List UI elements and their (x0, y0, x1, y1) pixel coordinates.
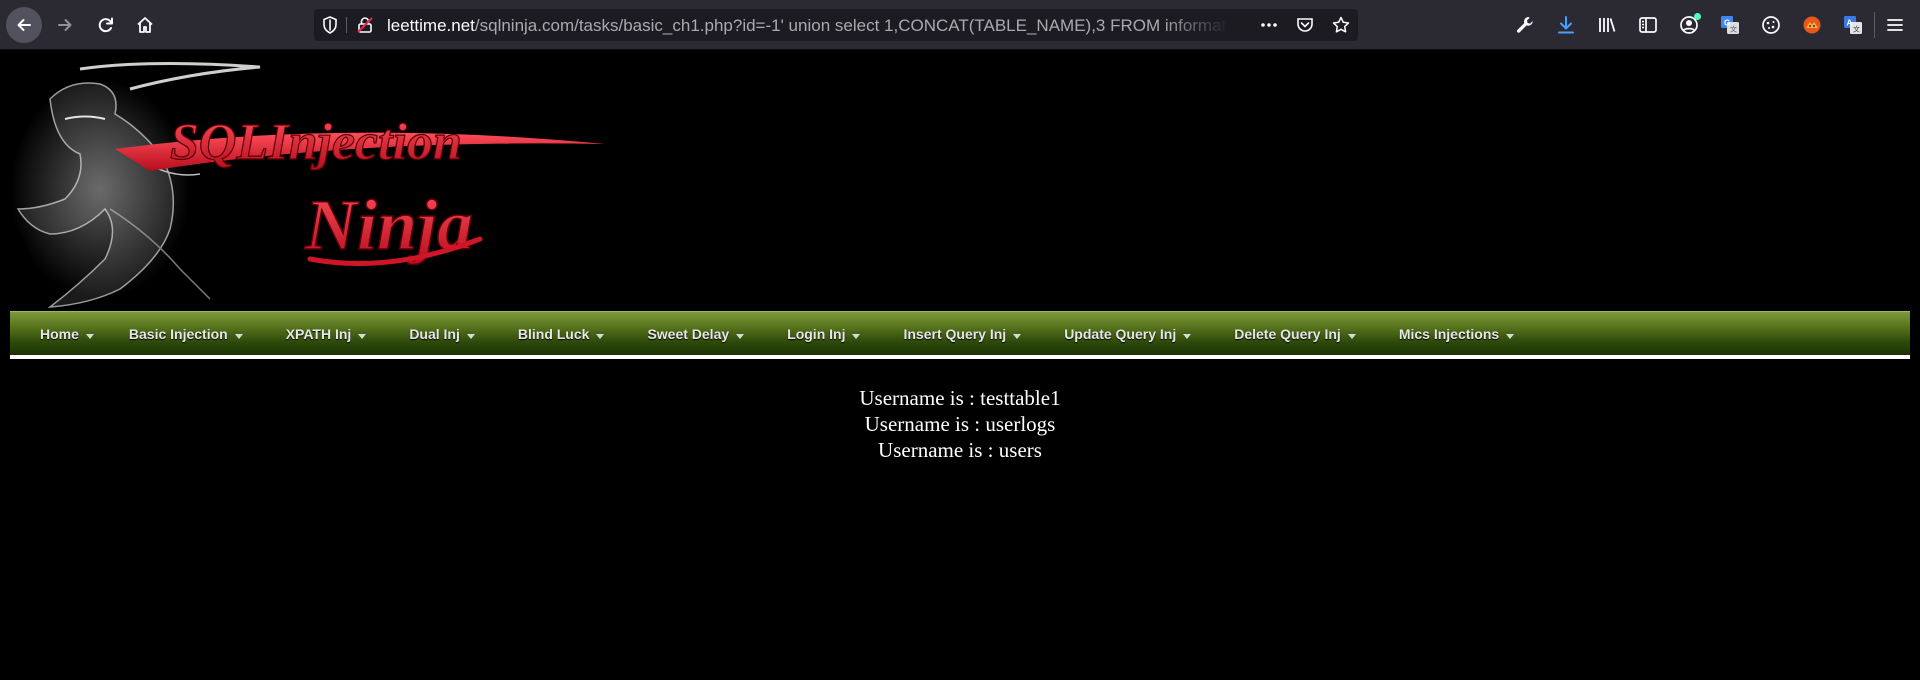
fox-extension-button[interactable] (1799, 12, 1825, 38)
reload-button[interactable] (88, 7, 124, 43)
translate-extension-icon: G文 (1721, 16, 1739, 34)
site-banner: SQLInjection Ninja (10, 59, 610, 309)
menu-insert-query-inj[interactable]: Insert Query Inj (903, 326, 1022, 342)
menu-xpath-inj[interactable]: XPATH Inj (286, 326, 367, 342)
chevron-down-icon (736, 333, 745, 339)
menu-dual-inj[interactable]: Dual Inj (409, 326, 475, 342)
chevron-down-icon (1506, 333, 1515, 339)
menu-divider (10, 355, 1910, 359)
result-line: Username is : users (878, 438, 1042, 462)
svg-text:文: 文 (1853, 25, 1860, 34)
chevron-down-icon (852, 333, 861, 339)
chevron-down-icon (358, 333, 367, 339)
translate-alt-extension-icon: A文 (1844, 16, 1862, 34)
downloads-button[interactable] (1553, 12, 1579, 38)
more-actions-icon (1261, 23, 1277, 27)
url-domain: leettime.net (387, 16, 475, 35)
svg-text:文: 文 (1730, 25, 1737, 34)
app-menu-button[interactable] (1882, 12, 1908, 38)
nav-menubar: Home Basic Injection XPATH Inj Dual Inj … (10, 311, 1910, 355)
forward-button[interactable] (47, 7, 83, 43)
menu-label: Blind Luck (517, 326, 590, 342)
chevron-down-icon (1347, 333, 1356, 339)
chevron-down-icon (466, 333, 475, 339)
fox-extension-icon (1803, 16, 1821, 34)
url-separator (346, 17, 347, 33)
logo-text-ninja: Ninja (304, 185, 473, 265)
home-icon (137, 17, 153, 33)
menu-home[interactable]: Home (40, 326, 94, 342)
menu-login-inj[interactable]: Login Inj (787, 326, 861, 342)
menu-label: Login Inj (787, 326, 846, 342)
result-line: Username is : userlogs (864, 412, 1056, 436)
browser-toolbar: leettime.net/sqlninja.com/tasks/basic_ch… (0, 0, 1920, 50)
tools-button[interactable] (1512, 12, 1538, 38)
chevron-down-icon (1013, 333, 1022, 339)
chevron-down-icon (234, 333, 243, 339)
menu-label: Update Query Inj (1064, 326, 1177, 342)
more-actions-button[interactable] (1258, 14, 1280, 36)
ninja-figure (10, 61, 261, 308)
translate-alt-extension-button[interactable]: A文 (1840, 12, 1866, 38)
chevron-down-icon (85, 333, 94, 339)
bookmark-button[interactable] (1330, 14, 1352, 36)
menu-label: Basic Injection (128, 326, 228, 342)
svg-text:A: A (1847, 19, 1853, 28)
result-line: Username is : testtable1 (859, 386, 1061, 410)
nav-menu-items: Home Basic Injection XPATH Inj Dual Inj … (40, 312, 1515, 356)
menu-basic-injection[interactable]: Basic Injection (129, 326, 243, 342)
bookmark-star-icon (1332, 16, 1350, 33)
tools-wrench-icon (1517, 17, 1533, 33)
menu-label: Delete Query Inj (1234, 326, 1341, 342)
translate-extension-button[interactable]: G文 (1717, 12, 1743, 38)
menu-blind-luck[interactable]: Blind Luck (518, 326, 605, 342)
account-button[interactable] (1676, 12, 1702, 38)
chevron-down-icon (596, 333, 605, 339)
home-button[interactable] (127, 7, 163, 43)
toolbar-icons: G文 A文 (1512, 12, 1866, 38)
menu-label: Sweet Delay (647, 326, 730, 342)
cookie-extension-icon (1762, 16, 1780, 34)
menu-icon (1887, 19, 1903, 31)
menu-sweet-delay[interactable]: Sweet Delay (647, 326, 745, 342)
web-page: SQLInjection Ninja Home Basic Injection … (0, 51, 1920, 680)
cookie-extension-button[interactable] (1758, 12, 1784, 38)
url-path: /sqlninja.com/tasks/basic_ch1.php?id=-1'… (474, 16, 1227, 35)
sidebar-button[interactable] (1635, 12, 1661, 38)
sidebar-icon (1639, 17, 1657, 33)
query-results: Username is : testtable1 Username is : u… (0, 385, 1920, 463)
menu-label: XPATH Inj (285, 326, 352, 342)
library-icon (1599, 18, 1616, 32)
url-actions (1258, 14, 1352, 36)
pocket-icon (1297, 18, 1313, 32)
shield-icon[interactable] (320, 15, 340, 35)
pocket-button[interactable] (1294, 14, 1316, 36)
forward-icon (58, 19, 72, 31)
address-bar[interactable]: leettime.net/sqlninja.com/tasks/basic_ch… (314, 9, 1358, 41)
menu-label: Insert Query Inj (903, 326, 1007, 342)
menu-label: Dual Inj (409, 326, 460, 342)
reload-icon (98, 17, 113, 33)
menu-update-query-inj[interactable]: Update Query Inj (1064, 326, 1192, 342)
back-icon (17, 19, 31, 31)
menu-label: Home (40, 326, 79, 342)
menu-delete-query-inj[interactable]: Delete Query Inj (1234, 326, 1356, 342)
toolbar-divider (1874, 12, 1875, 38)
account-badge (1694, 13, 1701, 20)
downloads-icon (1558, 16, 1574, 34)
ninja-logo: SQLInjection Ninja (10, 61, 605, 308)
library-button[interactable] (1594, 12, 1620, 38)
menu-label: Mics Injections (1398, 326, 1500, 342)
insecure-lock-icon[interactable] (356, 16, 374, 34)
logo-text-sqlinjection: SQLInjection (170, 114, 462, 171)
menu-mics-injections[interactable]: Mics Injections (1398, 326, 1515, 342)
back-button[interactable] (6, 7, 42, 43)
chevron-down-icon (1183, 333, 1192, 339)
url-text[interactable]: leettime.net/sqlninja.com/tasks/basic_ch… (387, 16, 1229, 36)
